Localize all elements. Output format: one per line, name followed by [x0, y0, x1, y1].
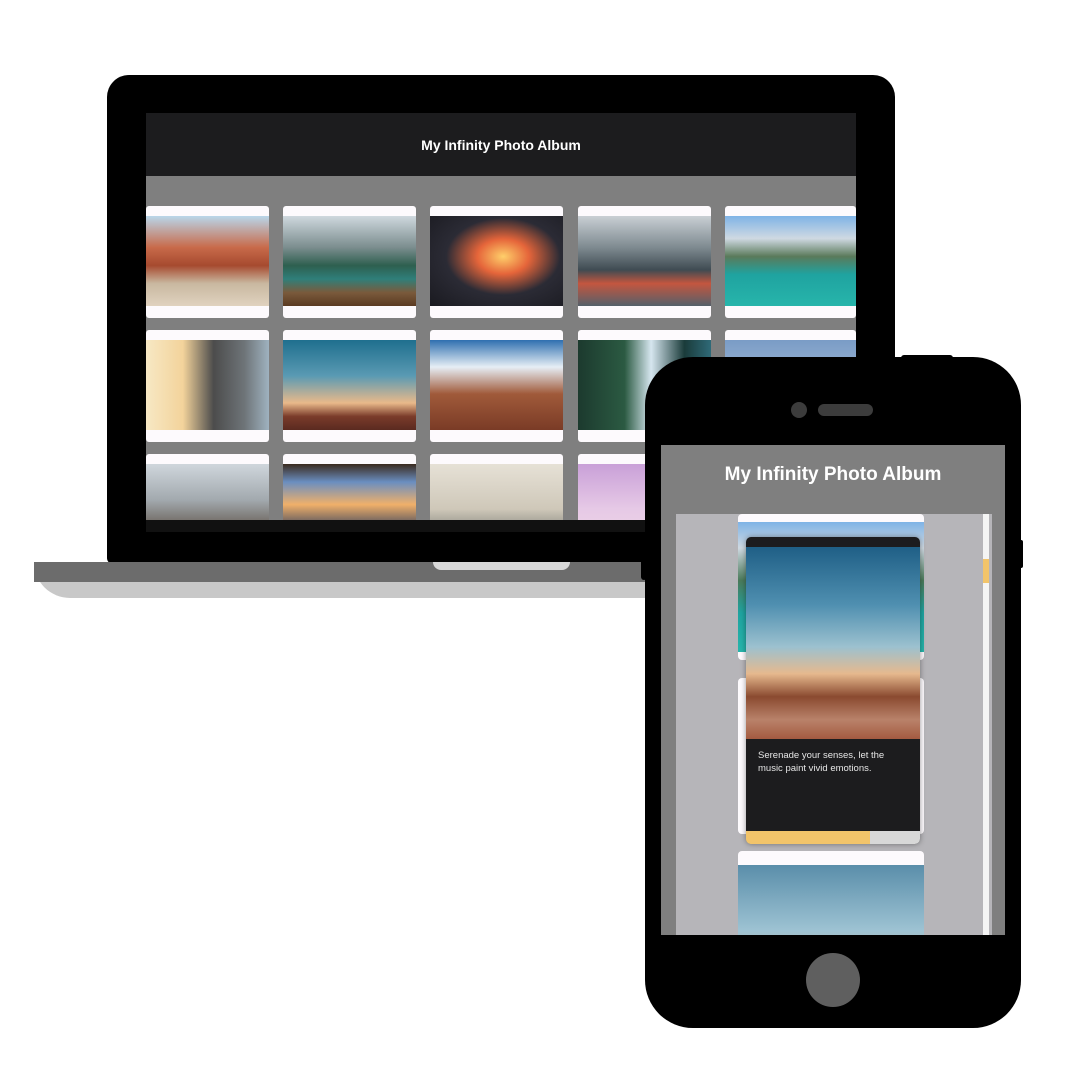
photo-feed[interactable]: Serenade your senses, let the music pain… — [676, 514, 992, 935]
page-title: My Infinity Photo Album — [724, 464, 942, 485]
camera-icon — [791, 402, 807, 418]
photo-tile[interactable] — [430, 330, 563, 442]
photo-hiker-backpack-lake — [578, 216, 711, 306]
expanded-photo-card[interactable]: Serenade your senses, let the music pain… — [746, 537, 920, 844]
progress-bar — [746, 831, 920, 844]
speaker-icon — [818, 404, 873, 416]
scrollbar-thumb[interactable] — [983, 559, 989, 583]
photo-caption: Serenade your senses, let the music pain… — [758, 750, 885, 774]
photo-airport-traveler — [146, 340, 269, 430]
home-button[interactable] — [806, 953, 860, 1007]
photo-tile[interactable] — [725, 206, 856, 318]
photo-lake-boat-mountains — [283, 216, 416, 306]
photo-tile[interactable] — [146, 330, 269, 442]
photo-canyon-sunburst — [430, 340, 563, 430]
photo-tile[interactable] — [430, 206, 563, 318]
laptop-header: My Infinity Photo Album — [146, 113, 856, 176]
photo-turquoise-lake-boat — [725, 216, 856, 306]
photo-tile[interactable] — [146, 206, 269, 318]
photo — [746, 547, 920, 739]
photo-airplane-window-sunset — [430, 216, 563, 306]
phone-screen: My Infinity Photo Album Serenade your se… — [661, 445, 1005, 935]
progress-fill — [746, 831, 870, 844]
laptop-notch — [433, 562, 570, 570]
photo-tile[interactable] — [283, 330, 416, 442]
photo-tile[interactable] — [578, 206, 711, 318]
page-title: My Infinity Photo Album — [421, 136, 581, 153]
photo-canyon-road-van — [146, 216, 269, 306]
phone-header: My Infinity Photo Album — [661, 445, 1005, 505]
photo-card[interactable] — [738, 851, 924, 935]
photo-desert-sunset-sitter — [283, 340, 416, 430]
laptop-base-edge — [34, 562, 674, 582]
photo-tile[interactable] — [283, 206, 416, 318]
photo — [738, 865, 924, 935]
